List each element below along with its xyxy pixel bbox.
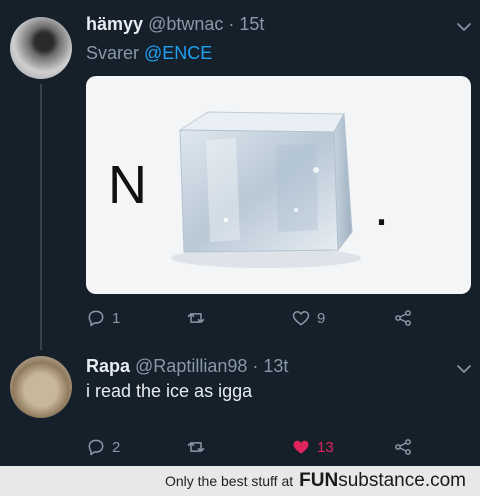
timestamp[interactable]: · 13t <box>247 356 288 376</box>
footer-brand-bold: FUN <box>299 470 339 491</box>
share-icon <box>395 439 411 455</box>
chevron-down-icon[interactable] <box>455 360 473 378</box>
replying-to-label: Svarer <box>86 43 145 63</box>
display-name[interactable]: Rapa <box>86 356 130 376</box>
tweet-header: Rapa @Raptillian98 · 13t <box>86 356 288 377</box>
like-button[interactable]: 13 <box>291 436 334 458</box>
timestamp[interactable]: · 15t <box>223 14 264 34</box>
retweet-icon <box>187 313 205 323</box>
share-button[interactable] <box>393 436 413 458</box>
reply-count: 1 <box>112 309 121 327</box>
tweet-text: i read the ice as igga <box>86 381 253 401</box>
footer-tagline: Only the best stuff at <box>164 473 294 489</box>
share-button[interactable] <box>393 307 413 329</box>
display-name[interactable]: hämyy <box>86 14 143 34</box>
retweet-button[interactable] <box>186 436 212 458</box>
like-button[interactable]: 9 <box>291 307 325 329</box>
ice-cube-image <box>171 111 361 268</box>
reply-button[interactable]: 1 <box>86 307 120 329</box>
mention-link[interactable]: @ENCE <box>144 43 212 63</box>
reply-count: 2 <box>112 438 121 456</box>
avatar[interactable] <box>10 17 72 79</box>
reply-button[interactable]: 2 <box>86 436 120 458</box>
watermark-footer: Only the best stuff at FUN substance.com <box>0 466 480 496</box>
heart-filled-icon <box>293 440 309 454</box>
heart-icon <box>292 311 310 326</box>
reply-icon <box>88 439 104 456</box>
tweet-actions: 2 13 <box>86 436 466 458</box>
replying-to: Svarer @ENCE <box>86 43 212 64</box>
footer-brand-regular: substance.com <box>338 470 466 491</box>
image-letter-n: N <box>108 155 147 215</box>
like-count: 9 <box>317 309 326 327</box>
thread-connector-line <box>40 84 42 350</box>
tweet-image[interactable]: N . <box>86 76 471 294</box>
chevron-down-icon[interactable] <box>455 18 473 36</box>
user-handle[interactable]: @btwnac <box>148 14 223 34</box>
reply-icon <box>88 310 104 327</box>
tweet-header: hämyy @btwnac · 15t <box>86 14 264 35</box>
tweet-actions: 1 9 <box>86 307 466 329</box>
retweet-icon <box>187 442 205 452</box>
retweet-button[interactable] <box>186 307 212 329</box>
like-count: 13 <box>317 438 334 456</box>
image-period: . <box>374 177 390 237</box>
user-handle[interactable]: @Raptillian98 <box>135 356 247 376</box>
share-icon <box>395 310 411 326</box>
avatar[interactable] <box>10 356 72 418</box>
